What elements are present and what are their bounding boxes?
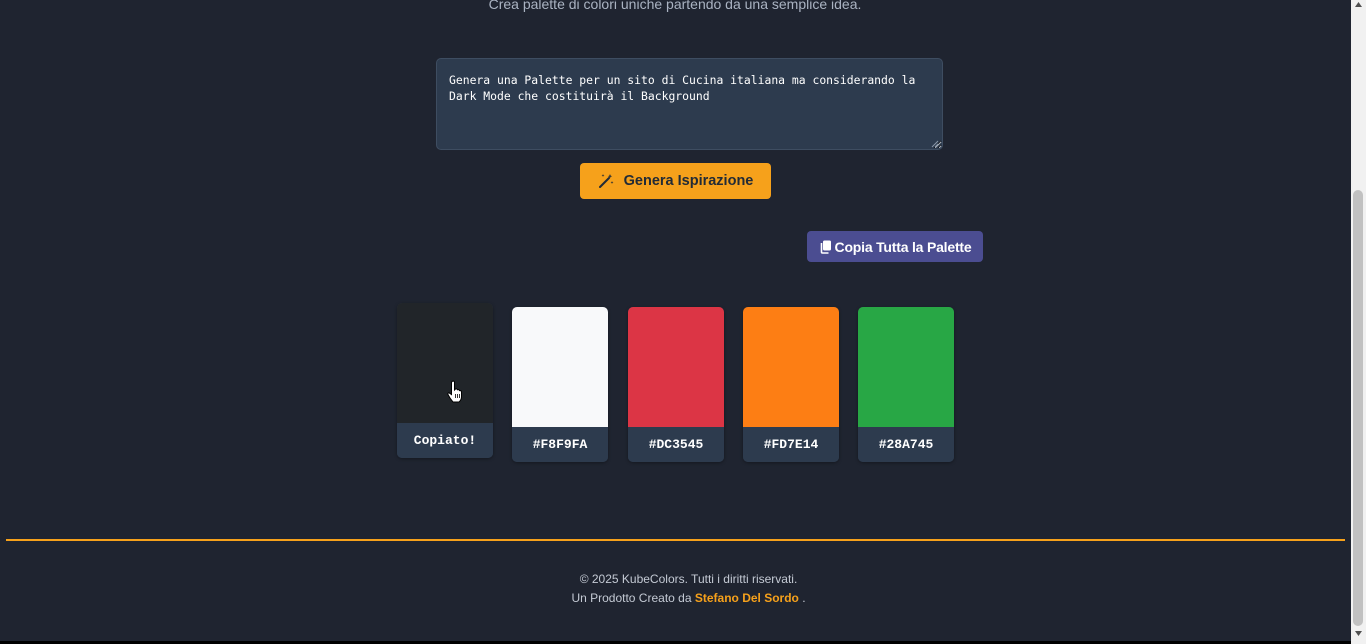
prompt-textarea-value[interactable]: Genera una Palette per un sito di Cucina…	[449, 72, 935, 104]
generate-inspiration-button[interactable]: Genera Ispirazione	[580, 163, 771, 199]
author-link[interactable]: Stefano Del Sordo	[695, 591, 799, 605]
footer-credit: Un Prodotto Creato da Stefano Del Sordo …	[0, 591, 1366, 605]
page-subtitle: Crea palette di colori uniche partendo d…	[488, 0, 862, 12]
copy-all-palette-button[interactable]: Copia Tutta la Palette	[807, 231, 983, 262]
color-swatch[interactable]: #FD7E14	[743, 307, 839, 462]
page: Crea palette di colori uniche partendo d…	[0, 0, 1366, 644]
footer-credit-suffix: .	[802, 591, 806, 605]
magic-wand-icon	[598, 173, 614, 189]
color-swatch[interactable]: Copiato!	[397, 303, 493, 458]
swatch-color	[858, 307, 954, 427]
swatch-code: #DC3545	[628, 427, 724, 462]
swatch-color	[512, 307, 608, 427]
generate-inspiration-label: Genera Ispirazione	[623, 173, 754, 189]
swatch-color	[628, 307, 724, 427]
copy-icon	[819, 240, 832, 254]
footer-copyright: © 2025 KubeColors. Tutti i diritti riser…	[579, 572, 798, 586]
swatch-code: #FD7E14	[743, 427, 839, 462]
swatch-code: #F8F9FA	[512, 427, 608, 462]
color-swatch[interactable]: #28A745	[858, 307, 954, 462]
swatch-code: #28A745	[858, 427, 954, 462]
vertical-scrollbar[interactable]	[1351, 0, 1366, 644]
swatch-color	[397, 303, 493, 423]
color-swatch[interactable]: #DC3545	[628, 307, 724, 462]
swatch-code: Copiato!	[397, 423, 493, 458]
scroll-up-arrow-icon[interactable]	[1354, 1, 1363, 9]
copy-all-palette-label: Copia Tutta la Palette	[834, 238, 972, 255]
footer-divider	[6, 539, 1345, 541]
scrollbar-thumb[interactable]	[1353, 190, 1363, 626]
scroll-down-arrow-icon[interactable]	[1354, 629, 1363, 637]
footer-credit-prefix: Un Prodotto Creato da	[571, 591, 692, 605]
swatch-color	[743, 307, 839, 427]
color-swatch[interactable]: #F8F9FA	[512, 307, 608, 462]
resize-grip-icon[interactable]	[931, 140, 939, 148]
